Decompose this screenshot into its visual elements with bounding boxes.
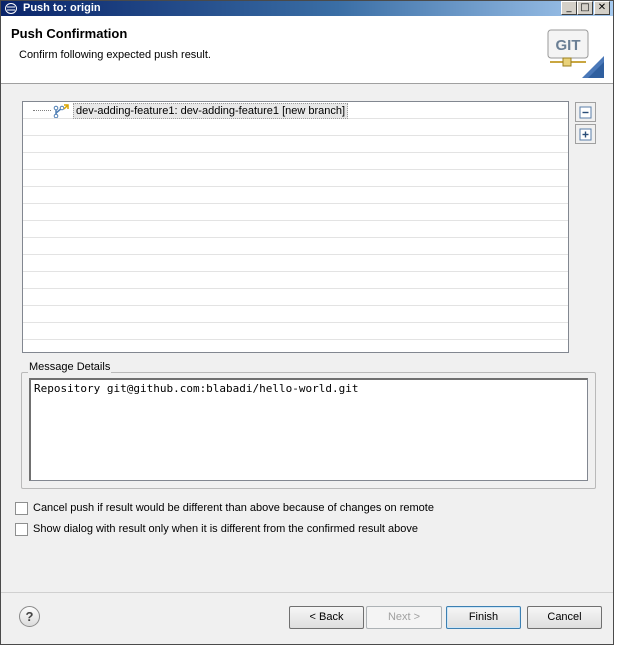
cancel-if-different-label[interactable]: Cancel push if result would be different… xyxy=(33,502,434,514)
tree-row xyxy=(23,170,568,187)
tree-row xyxy=(23,340,568,352)
tree-item-label[interactable]: dev-adding-feature1: dev-adding-feature1… xyxy=(73,102,349,119)
page-description: Confirm following expected push result. xyxy=(19,49,211,61)
cancel-if-different-checkbox[interactable] xyxy=(15,501,28,515)
footer-divider xyxy=(1,592,613,593)
next-button: Next > xyxy=(366,606,442,629)
close-button[interactable]: ✕ xyxy=(594,1,610,15)
tree-row xyxy=(23,119,568,136)
tree-row xyxy=(23,255,568,272)
tree-row xyxy=(23,306,568,323)
cancel-if-different-option[interactable]: Cancel push if result would be different… xyxy=(15,500,434,516)
message-text: Repository git@github.com:blabadi/hello-… xyxy=(34,382,359,395)
title-bar[interactable]: Push to: origin _ □ ✕ xyxy=(1,1,613,16)
cancel-button[interactable]: Cancel xyxy=(527,606,602,629)
tree-row xyxy=(23,136,568,153)
git-logo-icon: GIT xyxy=(546,28,604,78)
push-dialog: Push to: origin _ □ ✕ Push Confirmation … xyxy=(0,0,614,645)
tree-row xyxy=(23,153,568,170)
tree-row xyxy=(23,323,568,340)
window-title: Push to: origin xyxy=(23,2,101,14)
expand-all-icon xyxy=(579,128,592,140)
svg-text:GIT: GIT xyxy=(556,37,581,54)
message-details-label: Message Details xyxy=(28,361,112,373)
tree-row xyxy=(23,204,568,221)
expand-all-button[interactable] xyxy=(575,124,596,144)
back-button[interactable]: < Back xyxy=(289,606,364,629)
message-details-text[interactable]: Repository git@github.com:blabadi/hello-… xyxy=(29,378,588,481)
tree-row xyxy=(23,221,568,238)
tree-row xyxy=(23,238,568,255)
finish-button[interactable]: Finish xyxy=(446,606,521,629)
collapse-all-icon xyxy=(579,106,592,118)
page-title: Push Confirmation xyxy=(11,26,128,41)
help-button[interactable]: ? xyxy=(19,606,40,627)
collapse-all-button[interactable] xyxy=(575,102,596,122)
tree-row[interactable]: dev-adding-feature1: dev-adding-feature1… xyxy=(23,102,568,119)
tree-row xyxy=(23,289,568,306)
push-branch-icon xyxy=(53,103,69,118)
show-if-different-checkbox[interactable] xyxy=(15,522,28,536)
tree-row xyxy=(23,187,568,204)
window-menu-icon[interactable] xyxy=(5,3,19,14)
show-if-different-option[interactable]: Show dialog with result only when it is … xyxy=(15,521,418,537)
push-result-tree[interactable]: dev-adding-feature1: dev-adding-feature1… xyxy=(22,101,569,353)
wizard-banner: Push Confirmation Confirm following expe… xyxy=(1,16,613,84)
tree-connector xyxy=(33,110,51,111)
minimize-button[interactable]: _ xyxy=(561,1,577,15)
maximize-button[interactable]: □ xyxy=(577,1,593,15)
tree-row xyxy=(23,272,568,289)
show-if-different-label[interactable]: Show dialog with result only when it is … xyxy=(33,523,418,535)
